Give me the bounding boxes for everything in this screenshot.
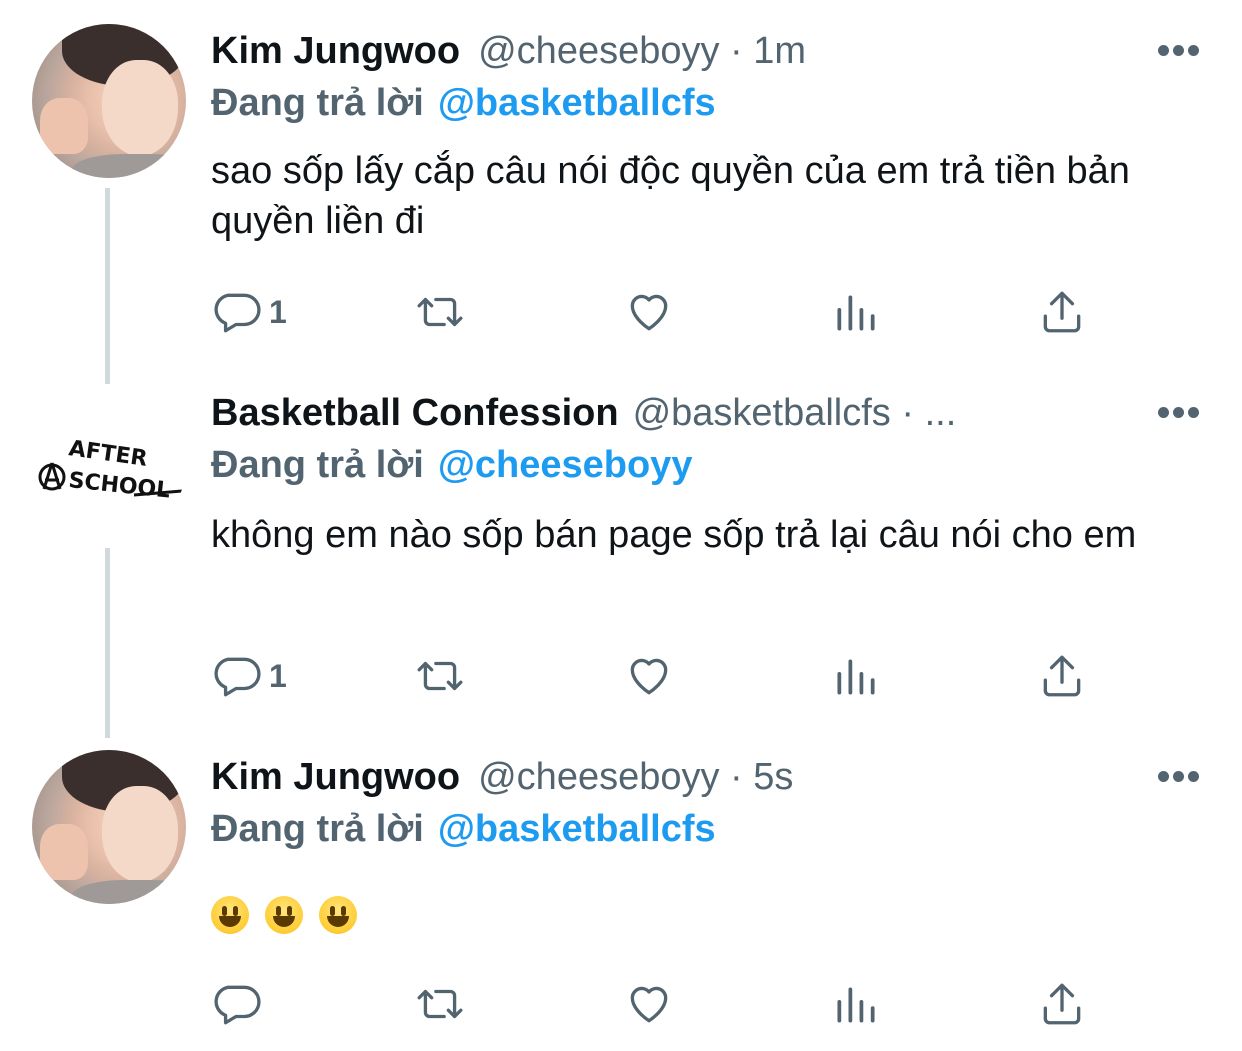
action-bar: 1 bbox=[211, 650, 1111, 702]
thread-line bbox=[105, 548, 110, 738]
analytics-button[interactable] bbox=[831, 650, 881, 702]
share-button[interactable] bbox=[1037, 286, 1087, 338]
replying-to-label: Đang trả lời bbox=[211, 81, 424, 124]
reply-icon bbox=[214, 657, 261, 697]
avatar[interactable] bbox=[32, 750, 186, 904]
tweet-text: không em nào sốp bán page sốp trả lại câ… bbox=[211, 514, 1137, 556]
handle-and-time[interactable]: @cheeseboyy · 5s bbox=[478, 756, 793, 799]
display-name[interactable]: Kim Jungwoo bbox=[211, 30, 460, 73]
replying-to-label: Đang trả lời bbox=[211, 443, 424, 486]
tweet-emojis bbox=[211, 888, 1201, 938]
share-button[interactable] bbox=[1037, 650, 1087, 702]
analytics-button[interactable] bbox=[831, 286, 881, 338]
analytics-icon bbox=[837, 295, 875, 331]
replying-to-label: Đang trả lời bbox=[211, 807, 424, 850]
more-icon[interactable] bbox=[1158, 45, 1200, 59]
analytics-icon bbox=[837, 987, 875, 1023]
retweet-button[interactable] bbox=[415, 650, 465, 702]
share-icon bbox=[1043, 983, 1081, 1025]
avatar[interactable] bbox=[32, 24, 186, 178]
display-name[interactable]: Basketball Confession bbox=[211, 392, 619, 435]
retweet-icon bbox=[417, 989, 463, 1019]
reply-icon bbox=[214, 293, 261, 333]
replying-to-handle[interactable]: @basketballcfs bbox=[438, 808, 716, 851]
reply-button[interactable]: 1 bbox=[211, 650, 287, 702]
more-icon[interactable] bbox=[1158, 407, 1200, 421]
tweet-header: Kim Jungwoo @cheeseboyy · 1m bbox=[211, 26, 806, 76]
action-bar: 1 bbox=[211, 286, 1111, 338]
reply-count: 1 bbox=[269, 293, 287, 330]
like-icon bbox=[630, 986, 668, 1023]
svg-text:SCHOOL: SCHOOL bbox=[67, 468, 171, 504]
reply-button[interactable] bbox=[211, 978, 261, 1030]
thread-line bbox=[105, 188, 110, 384]
replying-to-handle[interactable]: @cheeseboyy bbox=[438, 444, 693, 487]
avatar[interactable]: AFTER SCHOOL bbox=[32, 388, 186, 542]
tweet-header: Kim Jungwoo @cheeseboyy · 5s bbox=[211, 752, 793, 802]
retweet-button[interactable] bbox=[415, 286, 465, 338]
like-icon bbox=[630, 294, 668, 331]
tweet-header: Basketball Confession @basketballcfs · .… bbox=[211, 388, 956, 438]
svg-text:AFTER: AFTER bbox=[67, 436, 149, 472]
share-button[interactable] bbox=[1037, 978, 1087, 1030]
like-button[interactable] bbox=[624, 650, 674, 702]
handle-and-time[interactable]: @basketballcfs · ... bbox=[633, 392, 957, 435]
tweet-text: sao sốp lấy cắp câu nói độc quyền của em… bbox=[211, 150, 1130, 242]
handle-and-time[interactable]: @cheeseboyy · 1m bbox=[478, 30, 806, 73]
grinning-face-icon bbox=[211, 895, 249, 934]
analytics-button[interactable] bbox=[831, 978, 881, 1030]
retweet-icon bbox=[417, 661, 463, 691]
replying-to: Đang trả lời @cheeseboyy bbox=[211, 440, 692, 490]
replying-to: Đang trả lời @basketballcfs bbox=[211, 78, 716, 128]
share-icon bbox=[1043, 291, 1081, 333]
retweet-button[interactable] bbox=[415, 978, 465, 1030]
share-icon bbox=[1043, 655, 1081, 697]
retweet-icon bbox=[417, 297, 463, 327]
replying-to-handle[interactable]: @basketballcfs bbox=[438, 82, 716, 125]
replying-to: Đang trả lời @basketballcfs bbox=[211, 804, 716, 854]
display-name[interactable]: Kim Jungwoo bbox=[211, 756, 460, 799]
reply-button[interactable]: 1 bbox=[211, 286, 287, 338]
like-button[interactable] bbox=[624, 978, 674, 1030]
after-school-logo: AFTER SCHOOL bbox=[38, 436, 183, 504]
action-bar bbox=[211, 978, 1111, 1030]
more-icon[interactable] bbox=[1158, 771, 1200, 785]
analytics-icon bbox=[837, 659, 875, 695]
like-icon bbox=[630, 658, 668, 695]
grinning-face-icon bbox=[319, 895, 357, 934]
reply-count: 1 bbox=[269, 657, 287, 694]
reply-icon bbox=[214, 985, 261, 1025]
like-button[interactable] bbox=[624, 286, 674, 338]
grinning-face-icon bbox=[265, 895, 303, 934]
